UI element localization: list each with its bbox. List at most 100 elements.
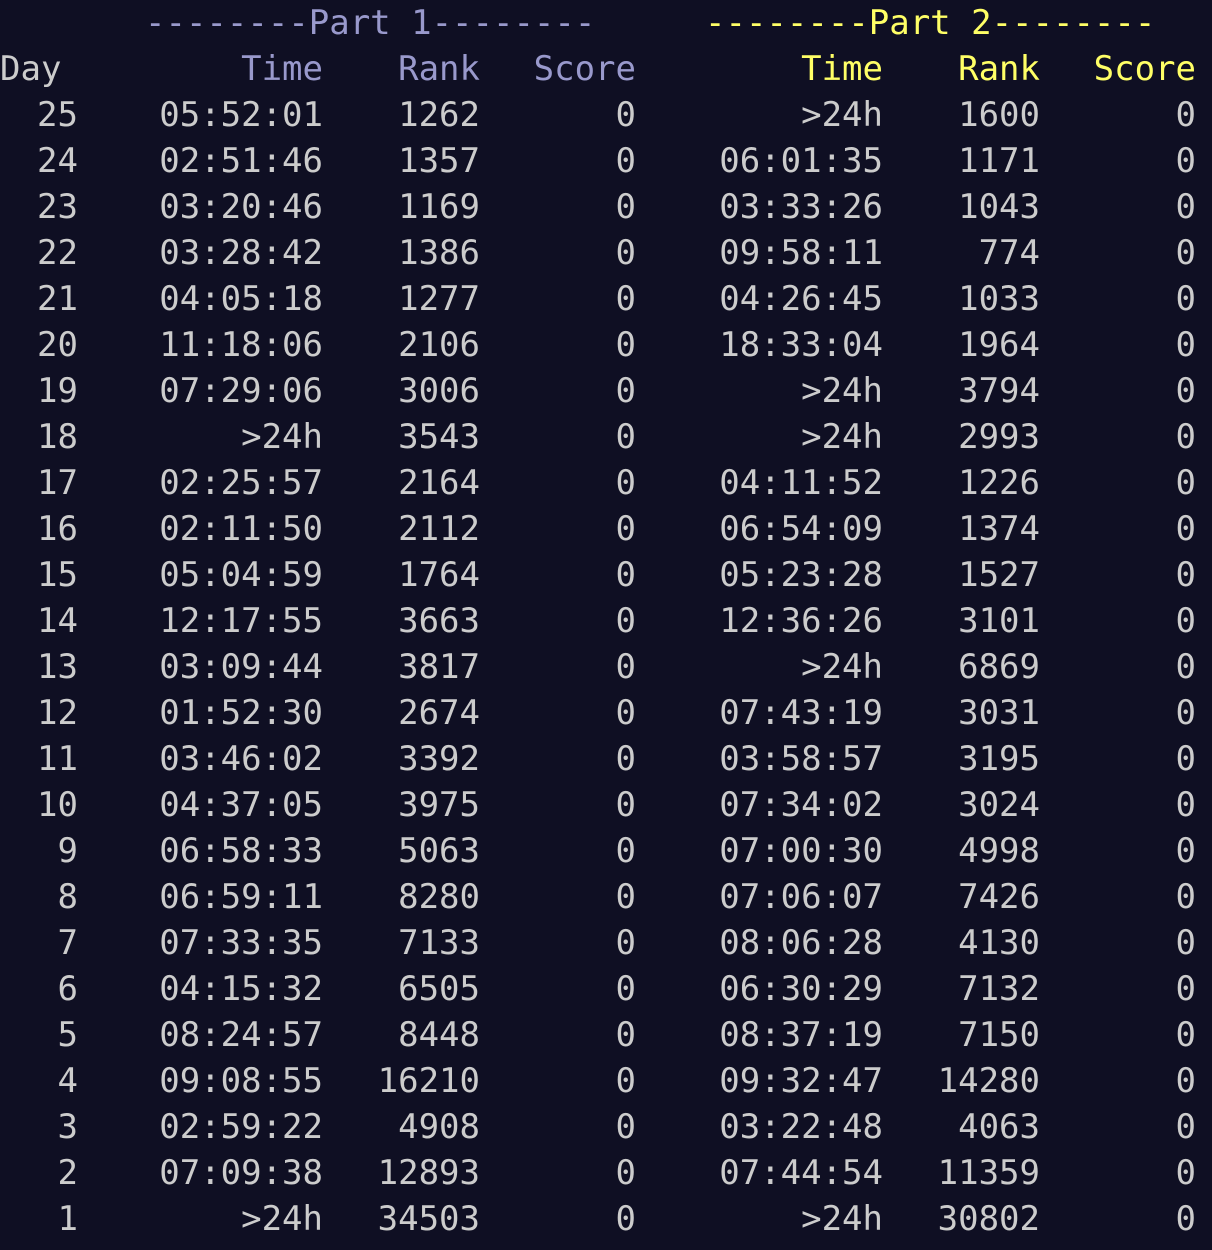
part1-rank-cell: 8448 bbox=[398, 1015, 480, 1055]
part2-rank-cell: 1171 bbox=[958, 141, 1040, 181]
part2-time-cell: 18:33:04 bbox=[719, 325, 883, 365]
part1-time-cell: 02:11:50 bbox=[159, 509, 323, 549]
part1-time-cell: 07:09:38 bbox=[159, 1153, 323, 1193]
part2-time-cell: 06:30:29 bbox=[719, 969, 883, 1009]
part1-rank-cell: 12893 bbox=[377, 1153, 480, 1193]
table-row: 14 12:17:55 3663 0 12:36:26 3101 0 bbox=[0, 598, 1212, 644]
part1-rank-cell: 1169 bbox=[398, 187, 480, 227]
part2-score-cell: 0 bbox=[1175, 969, 1196, 1009]
part2-rank-cell: 1033 bbox=[958, 279, 1040, 319]
header-row: Day Time Rank Score Time Rank Score bbox=[0, 46, 1212, 92]
day-cell: 24 bbox=[37, 141, 78, 181]
table-row: 12 01:52:30 2674 0 07:43:19 3031 0 bbox=[0, 690, 1212, 736]
table-row: 11 03:46:02 3392 0 03:58:57 3195 0 bbox=[0, 736, 1212, 782]
part1-time-header: Time bbox=[241, 49, 323, 89]
part1-score-cell: 0 bbox=[615, 647, 636, 687]
part2-rank-cell: 11359 bbox=[937, 1153, 1040, 1193]
part2-score-cell: 0 bbox=[1175, 877, 1196, 917]
part1-time-cell: 06:59:11 bbox=[159, 877, 323, 917]
part2-rank-cell: 7426 bbox=[958, 877, 1040, 917]
part1-rank-header: Rank bbox=[398, 49, 480, 89]
part1-time-cell: 08:24:57 bbox=[159, 1015, 323, 1055]
part1-score-cell: 0 bbox=[615, 1015, 636, 1055]
day-cell: 2 bbox=[57, 1153, 78, 1193]
part1-score-cell: 0 bbox=[615, 693, 636, 733]
table-row: 3 02:59:22 4908 0 03:22:48 4063 0 bbox=[0, 1104, 1212, 1150]
part2-score-cell: 0 bbox=[1175, 647, 1196, 687]
part1-time-cell: 04:15:32 bbox=[159, 969, 323, 1009]
part2-score-cell: 0 bbox=[1175, 371, 1196, 411]
part2-score-cell: 0 bbox=[1175, 509, 1196, 549]
part1-time-cell: 04:05:18 bbox=[159, 279, 323, 319]
part1-rank-cell: 1262 bbox=[398, 95, 480, 135]
day-cell: 5 bbox=[57, 1015, 78, 1055]
day-cell: 8 bbox=[57, 877, 78, 917]
table-row: 7 07:33:35 7133 0 08:06:28 4130 0 bbox=[0, 920, 1212, 966]
part1-rank-cell: 3392 bbox=[398, 739, 480, 779]
part2-score-cell: 0 bbox=[1175, 1107, 1196, 1147]
part1-rank-cell: 34503 bbox=[377, 1199, 480, 1239]
table-row: 6 04:15:32 6505 0 06:30:29 7132 0 bbox=[0, 966, 1212, 1012]
day-cell: 11 bbox=[37, 739, 78, 779]
part1-time-cell: 11:18:06 bbox=[159, 325, 323, 365]
part2-score-cell: 0 bbox=[1175, 1061, 1196, 1101]
part1-banner: --------Part 1-------- bbox=[145, 3, 596, 43]
part2-rank-cell: 4063 bbox=[958, 1107, 1040, 1147]
day-cell: 21 bbox=[37, 279, 78, 319]
part2-time-cell: 03:22:48 bbox=[719, 1107, 883, 1147]
part1-time-cell: >24h bbox=[241, 417, 323, 457]
part1-time-cell: 03:20:46 bbox=[159, 187, 323, 227]
part2-rank-cell: 1374 bbox=[958, 509, 1040, 549]
part1-score-cell: 0 bbox=[615, 325, 636, 365]
part2-rank-cell: 1043 bbox=[958, 187, 1040, 227]
part1-score-cell: 0 bbox=[615, 187, 636, 227]
part1-rank-cell: 2674 bbox=[398, 693, 480, 733]
day-cell: 19 bbox=[37, 371, 78, 411]
part1-rank-cell: 3817 bbox=[398, 647, 480, 687]
part2-time-cell: 03:58:57 bbox=[719, 739, 883, 779]
part1-rank-cell: 6505 bbox=[398, 969, 480, 1009]
part2-time-cell: 04:11:52 bbox=[719, 463, 883, 503]
part2-time-cell: 09:32:47 bbox=[719, 1061, 883, 1101]
part2-time-cell: 04:26:45 bbox=[719, 279, 883, 319]
part1-rank-cell: 2112 bbox=[398, 509, 480, 549]
day-cell: 16 bbox=[37, 509, 78, 549]
part2-time-cell: 07:34:02 bbox=[719, 785, 883, 825]
part1-score-cell: 0 bbox=[615, 877, 636, 917]
part1-time-cell: 02:25:57 bbox=[159, 463, 323, 503]
part2-score-cell: 0 bbox=[1175, 785, 1196, 825]
part1-time-cell: 07:33:35 bbox=[159, 923, 323, 963]
part2-score-cell: 0 bbox=[1175, 95, 1196, 135]
part2-score-cell: 0 bbox=[1175, 1199, 1196, 1239]
table-row: 1 >24h 34503 0 >24h 30802 0 bbox=[0, 1196, 1212, 1242]
table-row: 20 11:18:06 2106 0 18:33:04 1964 0 bbox=[0, 322, 1212, 368]
part2-rank-cell: 3794 bbox=[958, 371, 1040, 411]
table-row: 18 >24h 3543 0 >24h 2993 0 bbox=[0, 414, 1212, 460]
part1-score-cell: 0 bbox=[615, 95, 636, 135]
table-row: 4 09:08:55 16210 0 09:32:47 14280 0 bbox=[0, 1058, 1212, 1104]
part1-rank-cell: 1357 bbox=[398, 141, 480, 181]
part1-score-cell: 0 bbox=[615, 141, 636, 181]
part1-score-cell: 0 bbox=[615, 1153, 636, 1193]
part2-time-cell: >24h bbox=[801, 371, 883, 411]
part2-score-header: Score bbox=[1093, 49, 1196, 89]
table-row: 16 02:11:50 2112 0 06:54:09 1374 0 bbox=[0, 506, 1212, 552]
stats-table: --------Part 1-------- --------Part 2---… bbox=[0, 0, 1212, 1250]
part2-time-cell: 07:00:30 bbox=[719, 831, 883, 871]
part2-score-cell: 0 bbox=[1175, 601, 1196, 641]
part2-time-header: Time bbox=[801, 49, 883, 89]
part1-score-cell: 0 bbox=[615, 1107, 636, 1147]
part2-time-cell: >24h bbox=[801, 647, 883, 687]
day-cell: 23 bbox=[37, 187, 78, 227]
part1-time-cell: 03:28:42 bbox=[159, 233, 323, 273]
table-row: 21 04:05:18 1277 0 04:26:45 1033 0 bbox=[0, 276, 1212, 322]
part1-rank-cell: 16210 bbox=[377, 1061, 480, 1101]
part2-time-cell: >24h bbox=[801, 417, 883, 457]
day-cell: 7 bbox=[57, 923, 78, 963]
part2-score-cell: 0 bbox=[1175, 187, 1196, 227]
part1-score-cell: 0 bbox=[615, 739, 636, 779]
part1-score-header: Score bbox=[533, 49, 636, 89]
part1-rank-cell: 2164 bbox=[398, 463, 480, 503]
part2-score-cell: 0 bbox=[1175, 463, 1196, 503]
day-cell: 22 bbox=[37, 233, 78, 273]
